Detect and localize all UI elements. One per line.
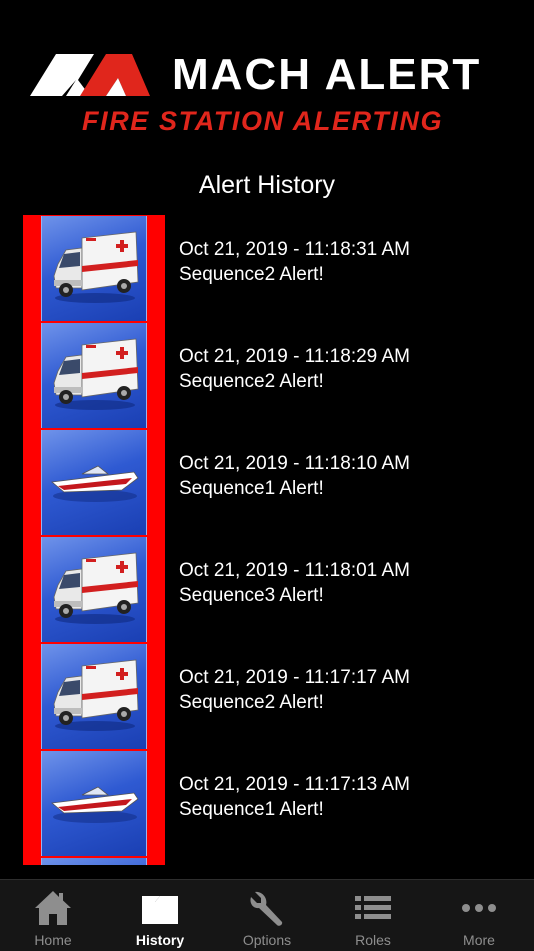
boat-icon [51,786,139,823]
alert-row[interactable]: Oct 21, 2019 - 11:17:13 AM Sequence1 Ale… [0,750,534,857]
tab-options-label: Options [242,932,292,948]
tab-home-label: Home [34,932,72,948]
logo-title: MACH ALERT [172,50,482,99]
alert-row-partial[interactable] [0,857,534,865]
tab-bar: Home History Options Roles More [0,879,534,951]
tab-more-label: More [463,932,495,948]
folder-icon [142,896,178,924]
more-icon [462,904,496,912]
ambulance-icon [53,338,139,410]
tab-home[interactable]: Home [0,880,106,951]
alert-timestamp: Oct 21, 2019 - 11:18:31 AM [179,239,410,260]
alert-row[interactable]: Oct 21, 2019 - 11:18:10 AM Sequence1 Ale… [0,429,534,536]
alert-thumbnail [23,322,165,429]
alert-message: Sequence1 Alert! [179,799,324,820]
alert-message: Sequence3 Alert! [179,585,324,606]
alert-timestamp: Oct 21, 2019 - 11:18:29 AM [179,346,410,367]
tab-roles[interactable]: Roles [320,880,426,951]
alert-timestamp: Oct 21, 2019 - 11:18:01 AM [179,560,410,581]
tab-options[interactable]: Options [214,880,320,951]
alert-thumbnail [23,857,165,865]
alert-timestamp: Oct 21, 2019 - 11:17:13 AM [179,774,410,795]
tab-roles-label: Roles [355,932,391,948]
alert-message: Sequence2 Alert! [179,371,324,392]
list-icon [355,896,391,919]
alert-thumbnail [23,536,165,643]
page-title: Alert History [198,171,336,199]
alert-thumbnail [23,643,165,750]
alert-message: Sequence2 Alert! [179,692,324,713]
tab-history-label: History [135,932,185,948]
alert-row[interactable]: Oct 21, 2019 - 11:18:29 AM Sequence2 Ale… [0,322,534,429]
alert-message: Sequence1 Alert! [179,478,324,499]
mach-alert-logo-mark [30,54,150,96]
alert-thumbnail [23,429,165,536]
alert-row[interactable]: Oct 21, 2019 - 11:18:31 AM Sequence2 Ale… [0,215,534,322]
home-icon [35,891,71,925]
tab-more[interactable]: More [426,880,532,951]
alert-message: Sequence2 Alert! [179,264,324,285]
alert-history-list: Oct 21, 2019 - 11:18:31 AM Sequence2 Ale… [0,215,534,865]
alert-row[interactable]: Oct 21, 2019 - 11:17:17 AM Sequence2 Ale… [0,643,534,750]
tab-history[interactable]: History [107,880,213,951]
alert-timestamp: Oct 21, 2019 - 11:17:17 AM [179,667,410,688]
wrench-icon [250,891,283,926]
ambulance-icon [53,552,139,624]
alert-thumbnail [23,215,165,322]
ambulance-icon [53,231,139,303]
alert-thumbnail [23,750,165,857]
logo-subtitle: FIRE STATION ALERTING [82,106,444,136]
mach-alert-logo: MACH ALERT FIRE STATION ALERTING [30,50,510,140]
boat-icon [51,465,139,502]
alert-row[interactable]: Oct 21, 2019 - 11:18:01 AM Sequence3 Ale… [0,536,534,643]
ambulance-icon [53,659,139,731]
alert-timestamp: Oct 21, 2019 - 11:18:10 AM [179,453,410,474]
